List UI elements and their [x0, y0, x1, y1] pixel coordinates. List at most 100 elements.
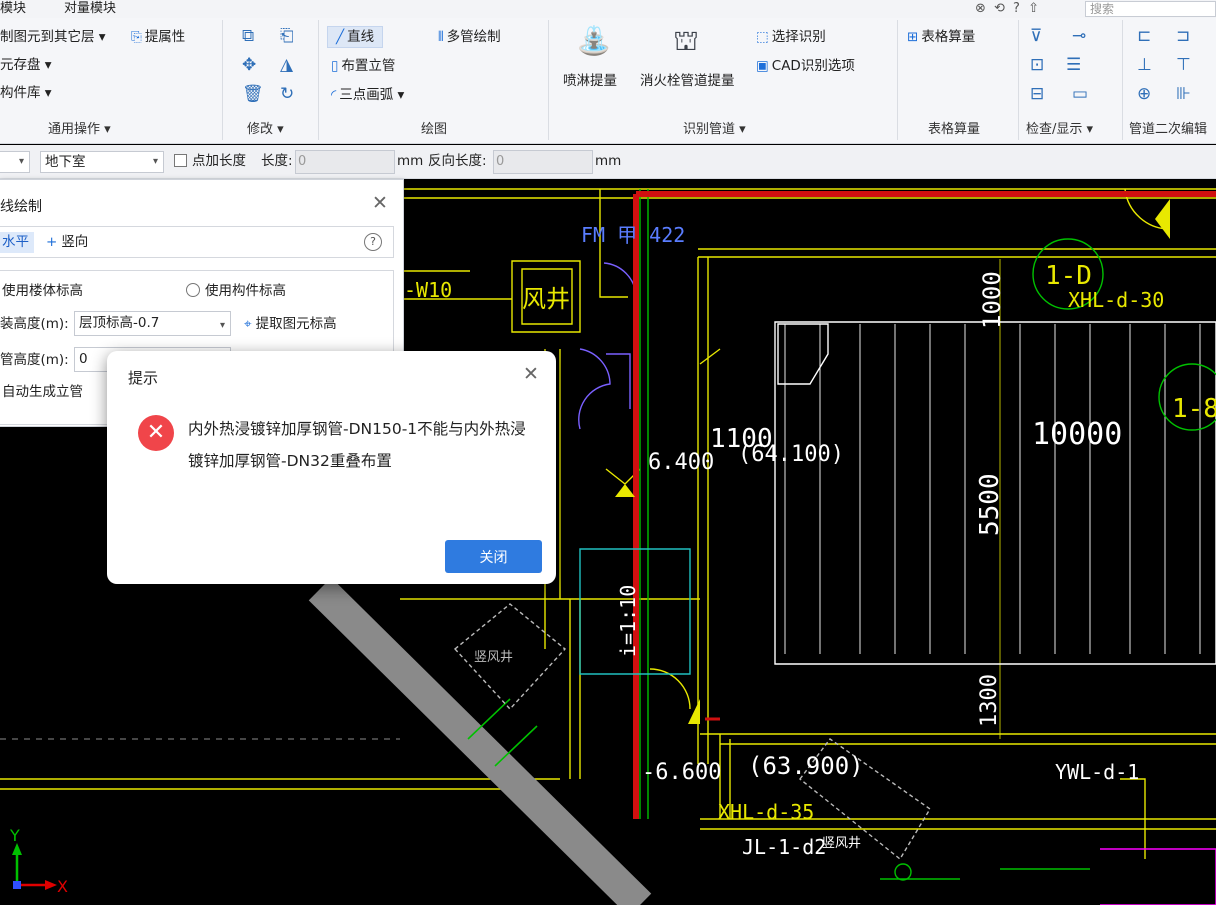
- mirror-icon[interactable]: ◮: [280, 55, 293, 75]
- search-input[interactable]: 搜索: [1085, 1, 1216, 17]
- draw-line-button[interactable]: ╱ 直线: [327, 26, 384, 48]
- label-shaft3: 竖风井: [822, 836, 861, 851]
- label-slope: i=1:10: [616, 585, 640, 657]
- riser-button[interactable]: ▯ 布置立管: [331, 57, 395, 75]
- group-draw-label: 绘图: [421, 122, 448, 137]
- add-length-checkbox[interactable]: 点加长度: [174, 151, 246, 173]
- extract-attr-button[interactable]: ⎘ 提属性: [131, 28, 185, 46]
- tee-icon[interactable]: ⊥: [1137, 55, 1152, 75]
- group-check-label[interactable]: 检查/显示 ▾: [1026, 118, 1093, 137]
- filter-icon[interactable]: ⊽: [1030, 26, 1042, 46]
- delete-icon[interactable]: 🗑: [242, 84, 264, 104]
- line-icon: ╱: [336, 29, 345, 45]
- arc-button[interactable]: ◜ 三点画弧 ▾: [331, 86, 404, 104]
- chevron-down-icon: ▾: [219, 320, 225, 331]
- store-button[interactable]: 元存盘 ▾: [0, 56, 52, 74]
- sprinkler-button[interactable]: 喷淋提量: [563, 72, 617, 90]
- panel-title: 线绘制: [0, 199, 42, 215]
- library-button[interactable]: 构件库 ▾: [0, 84, 52, 102]
- floor-select[interactable]: 地下室 ▾: [40, 151, 164, 173]
- install-height-value: 层顶标高-0.7: [79, 315, 160, 331]
- store-label: 元存盘 ▾: [0, 57, 52, 73]
- use-comp-elev-label: 使用构件标高: [205, 283, 286, 299]
- hydrant-button[interactable]: 消火栓管道提量: [640, 72, 735, 90]
- link-icon[interactable]: ⊸: [1072, 26, 1086, 46]
- dialog-title: 提示: [128, 369, 159, 387]
- group-table-label: 表格算量: [928, 122, 981, 137]
- dialog-message: 内外热浸镀锌加厚钢管-DN150-1不能与内外热浸镀锌加厚钢管-DN32重叠布置: [188, 420, 526, 470]
- group-modify-label[interactable]: 修改 ▾: [247, 118, 284, 137]
- valve-icon[interactable]: ⊕: [1137, 84, 1151, 104]
- parallel-icon[interactable]: ⊪: [1176, 84, 1191, 104]
- cross-icon[interactable]: ⊤: [1176, 55, 1191, 75]
- direction-tabs: 水平 + 竖向 ?: [0, 226, 394, 258]
- extend-icon[interactable]: ⊏: [1137, 26, 1151, 46]
- reverse-length-input[interactable]: 0: [493, 150, 593, 174]
- length-input[interactable]: 0: [295, 150, 395, 174]
- dim-63900: (63.900): [748, 752, 864, 780]
- close-button[interactable]: 关闭: [445, 540, 542, 573]
- label-18: 1-8: [1172, 394, 1216, 424]
- sprinkler-icon: ⛲: [576, 24, 612, 57]
- table-icon: ⊞: [907, 29, 919, 45]
- copy-to-layers-label: 制图元到其它层 ▾: [0, 29, 106, 45]
- layer-select[interactable]: ▾: [0, 151, 30, 173]
- use-floor-elev-radio[interactable]: 使用楼体标高: [2, 281, 83, 301]
- dim-1000: 1000: [978, 271, 1006, 329]
- offset-icon[interactable]: ⎗: [280, 26, 294, 46]
- menu-module[interactable]: 模块: [0, 0, 26, 17]
- check-icon[interactable]: ⊡: [1030, 55, 1044, 75]
- auto-riser-checkbox[interactable]: 自动生成立管: [2, 382, 83, 402]
- menu-compare-module[interactable]: 对量模块: [64, 0, 116, 17]
- break-icon[interactable]: ⊐: [1176, 26, 1190, 46]
- use-floor-elev-label: 使用楼体标高: [2, 283, 83, 299]
- group-identify-label[interactable]: 识别管道 ▾: [683, 118, 746, 137]
- ribbon-separator: [897, 20, 898, 140]
- axis-x-label: X: [57, 877, 68, 896]
- label-w10: -W10: [404, 278, 452, 302]
- multi-pipe-button[interactable]: ⫴ 多管绘制: [438, 28, 501, 46]
- use-comp-elev-radio[interactable]: 使用构件标高: [186, 281, 286, 301]
- ucs-axis-icon: Y X: [9, 826, 68, 896]
- extract-elev-label: 提取图元标高: [255, 316, 337, 332]
- layers-icon[interactable]: ☰: [1066, 55, 1081, 75]
- tab-horizontal[interactable]: 水平: [0, 232, 34, 253]
- multi-pipe-label: 多管绘制: [446, 29, 501, 45]
- menu-bar: 模块 对量模块 ⊗ ⟲ ? ⇧ 搜索: [0, 0, 1216, 18]
- extract-elev-icon: ⌖: [244, 316, 252, 332]
- dialog-close-icon[interactable]: ✕: [523, 363, 539, 385]
- label-ywl1: YWL-d-1: [1055, 760, 1139, 784]
- panel-close-icon[interactable]: ✕: [372, 192, 388, 214]
- label-xhl30: XHL-d-30: [1068, 288, 1164, 312]
- top-icons[interactable]: ⊗ ⟲ ? ⇧: [975, 0, 1041, 17]
- tab-vertical[interactable]: + 竖向: [46, 232, 88, 253]
- checkbox-icon: [174, 154, 187, 167]
- copy-icon[interactable]: ⧉: [242, 26, 254, 46]
- pipe-height-label: 管高度(m):: [0, 352, 69, 368]
- copy-to-layers-button[interactable]: 制图元到其它层 ▾: [0, 28, 106, 46]
- group-general-label[interactable]: 通用操作 ▾: [48, 118, 111, 137]
- move-icon[interactable]: ✥: [242, 55, 256, 75]
- floor-value: 地下室: [45, 154, 86, 170]
- riser-icon: ▯: [331, 58, 339, 74]
- length-label: 长度:: [261, 153, 293, 169]
- inspect-icon[interactable]: ⊟: [1030, 84, 1044, 104]
- help-icon[interactable]: ?: [364, 233, 382, 251]
- label-1d: 1-D: [1045, 261, 1092, 291]
- group-secondary-label: 管道二次编辑: [1129, 122, 1208, 137]
- dim-1300: 1300: [977, 674, 1002, 727]
- draw-line-label: 直线: [347, 29, 375, 45]
- select-identify-button[interactable]: ⬚ 选择识别: [756, 28, 826, 46]
- rotate-icon[interactable]: ↻: [280, 84, 294, 104]
- cad-options-button[interactable]: ▣ CAD识别选项: [756, 57, 855, 75]
- table-calc-button[interactable]: ⊞ 表格算量: [907, 28, 975, 46]
- property-bar: ▾ 地下室 ▾ 点加长度 长度: 0 mm 反向长度: 0 mm: [0, 145, 1216, 179]
- ruler-icon[interactable]: ▭: [1072, 84, 1088, 104]
- extract-elev-button[interactable]: ⌖ 提取图元标高: [244, 314, 337, 334]
- select-identify-icon: ⬚: [756, 29, 769, 45]
- install-height-select[interactable]: 层顶标高-0.7 ▾: [74, 311, 231, 336]
- label-fm: FM 甲 422: [581, 223, 685, 247]
- chevron-down-icon: ▾: [152, 156, 158, 167]
- axis-y-label: Y: [9, 826, 20, 845]
- install-height-label: 装高度(m):: [0, 316, 69, 332]
